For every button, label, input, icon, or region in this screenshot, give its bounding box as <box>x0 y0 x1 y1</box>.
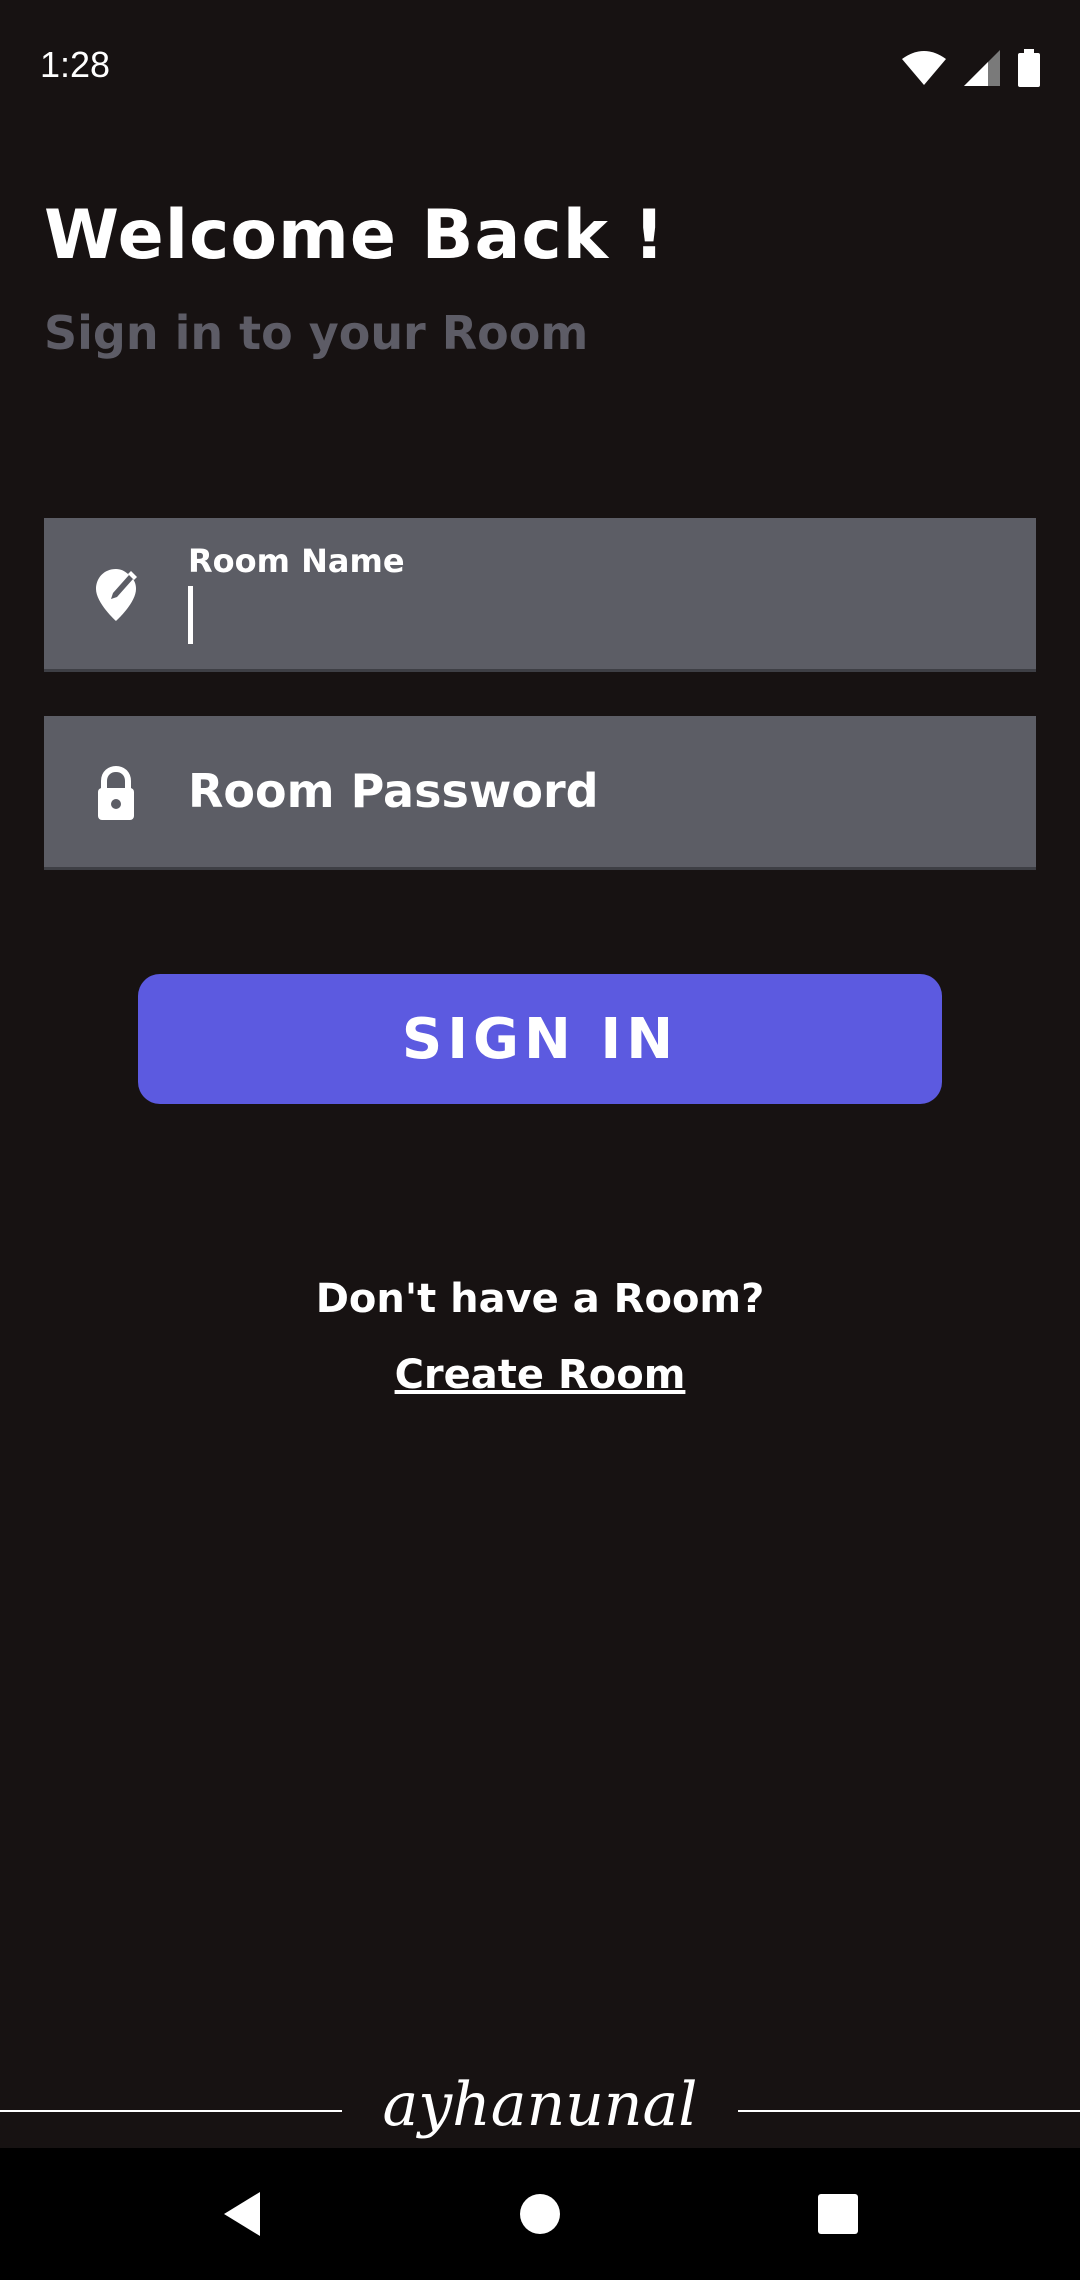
sign-in-button[interactable]: SIGN IN <box>138 974 942 1104</box>
recents-button[interactable] <box>802 2178 874 2250</box>
back-button[interactable] <box>206 2178 278 2250</box>
signal-icon <box>964 50 1000 86</box>
wifi-icon <box>902 51 946 85</box>
page-title: Welcome Back ! <box>44 196 666 275</box>
no-room-prompt: Don't have a Room? <box>315 1276 765 1322</box>
text-cursor <box>188 586 193 644</box>
home-icon <box>520 2194 560 2234</box>
lock-icon <box>98 765 134 820</box>
home-button[interactable] <box>504 2178 576 2250</box>
battery-icon <box>1018 49 1040 87</box>
room-name-label: Room Name <box>188 542 405 580</box>
room-password-field[interactable]: Room Password <box>44 716 1036 870</box>
signature-footer: ayhanunal <box>0 2070 1080 2150</box>
create-room-link[interactable]: Create Room <box>0 1352 1080 1398</box>
room-name-field[interactable]: Room Name <box>44 518 1036 672</box>
divider-right <box>738 2110 1080 2112</box>
location-edit-icon <box>96 569 137 621</box>
back-icon <box>224 2192 260 2236</box>
status-icons <box>902 48 1040 88</box>
status-bar: 1:28 <box>0 0 1080 140</box>
navigation-bar <box>0 2148 1080 2280</box>
page-subtitle: Sign in to your Room <box>44 306 589 360</box>
status-time: 1:28 <box>40 44 111 85</box>
signature-logo: ayhanunal <box>382 2070 698 2140</box>
divider-left <box>0 2110 342 2112</box>
recents-icon <box>818 2194 858 2234</box>
room-password-placeholder: Room Password <box>188 764 599 818</box>
